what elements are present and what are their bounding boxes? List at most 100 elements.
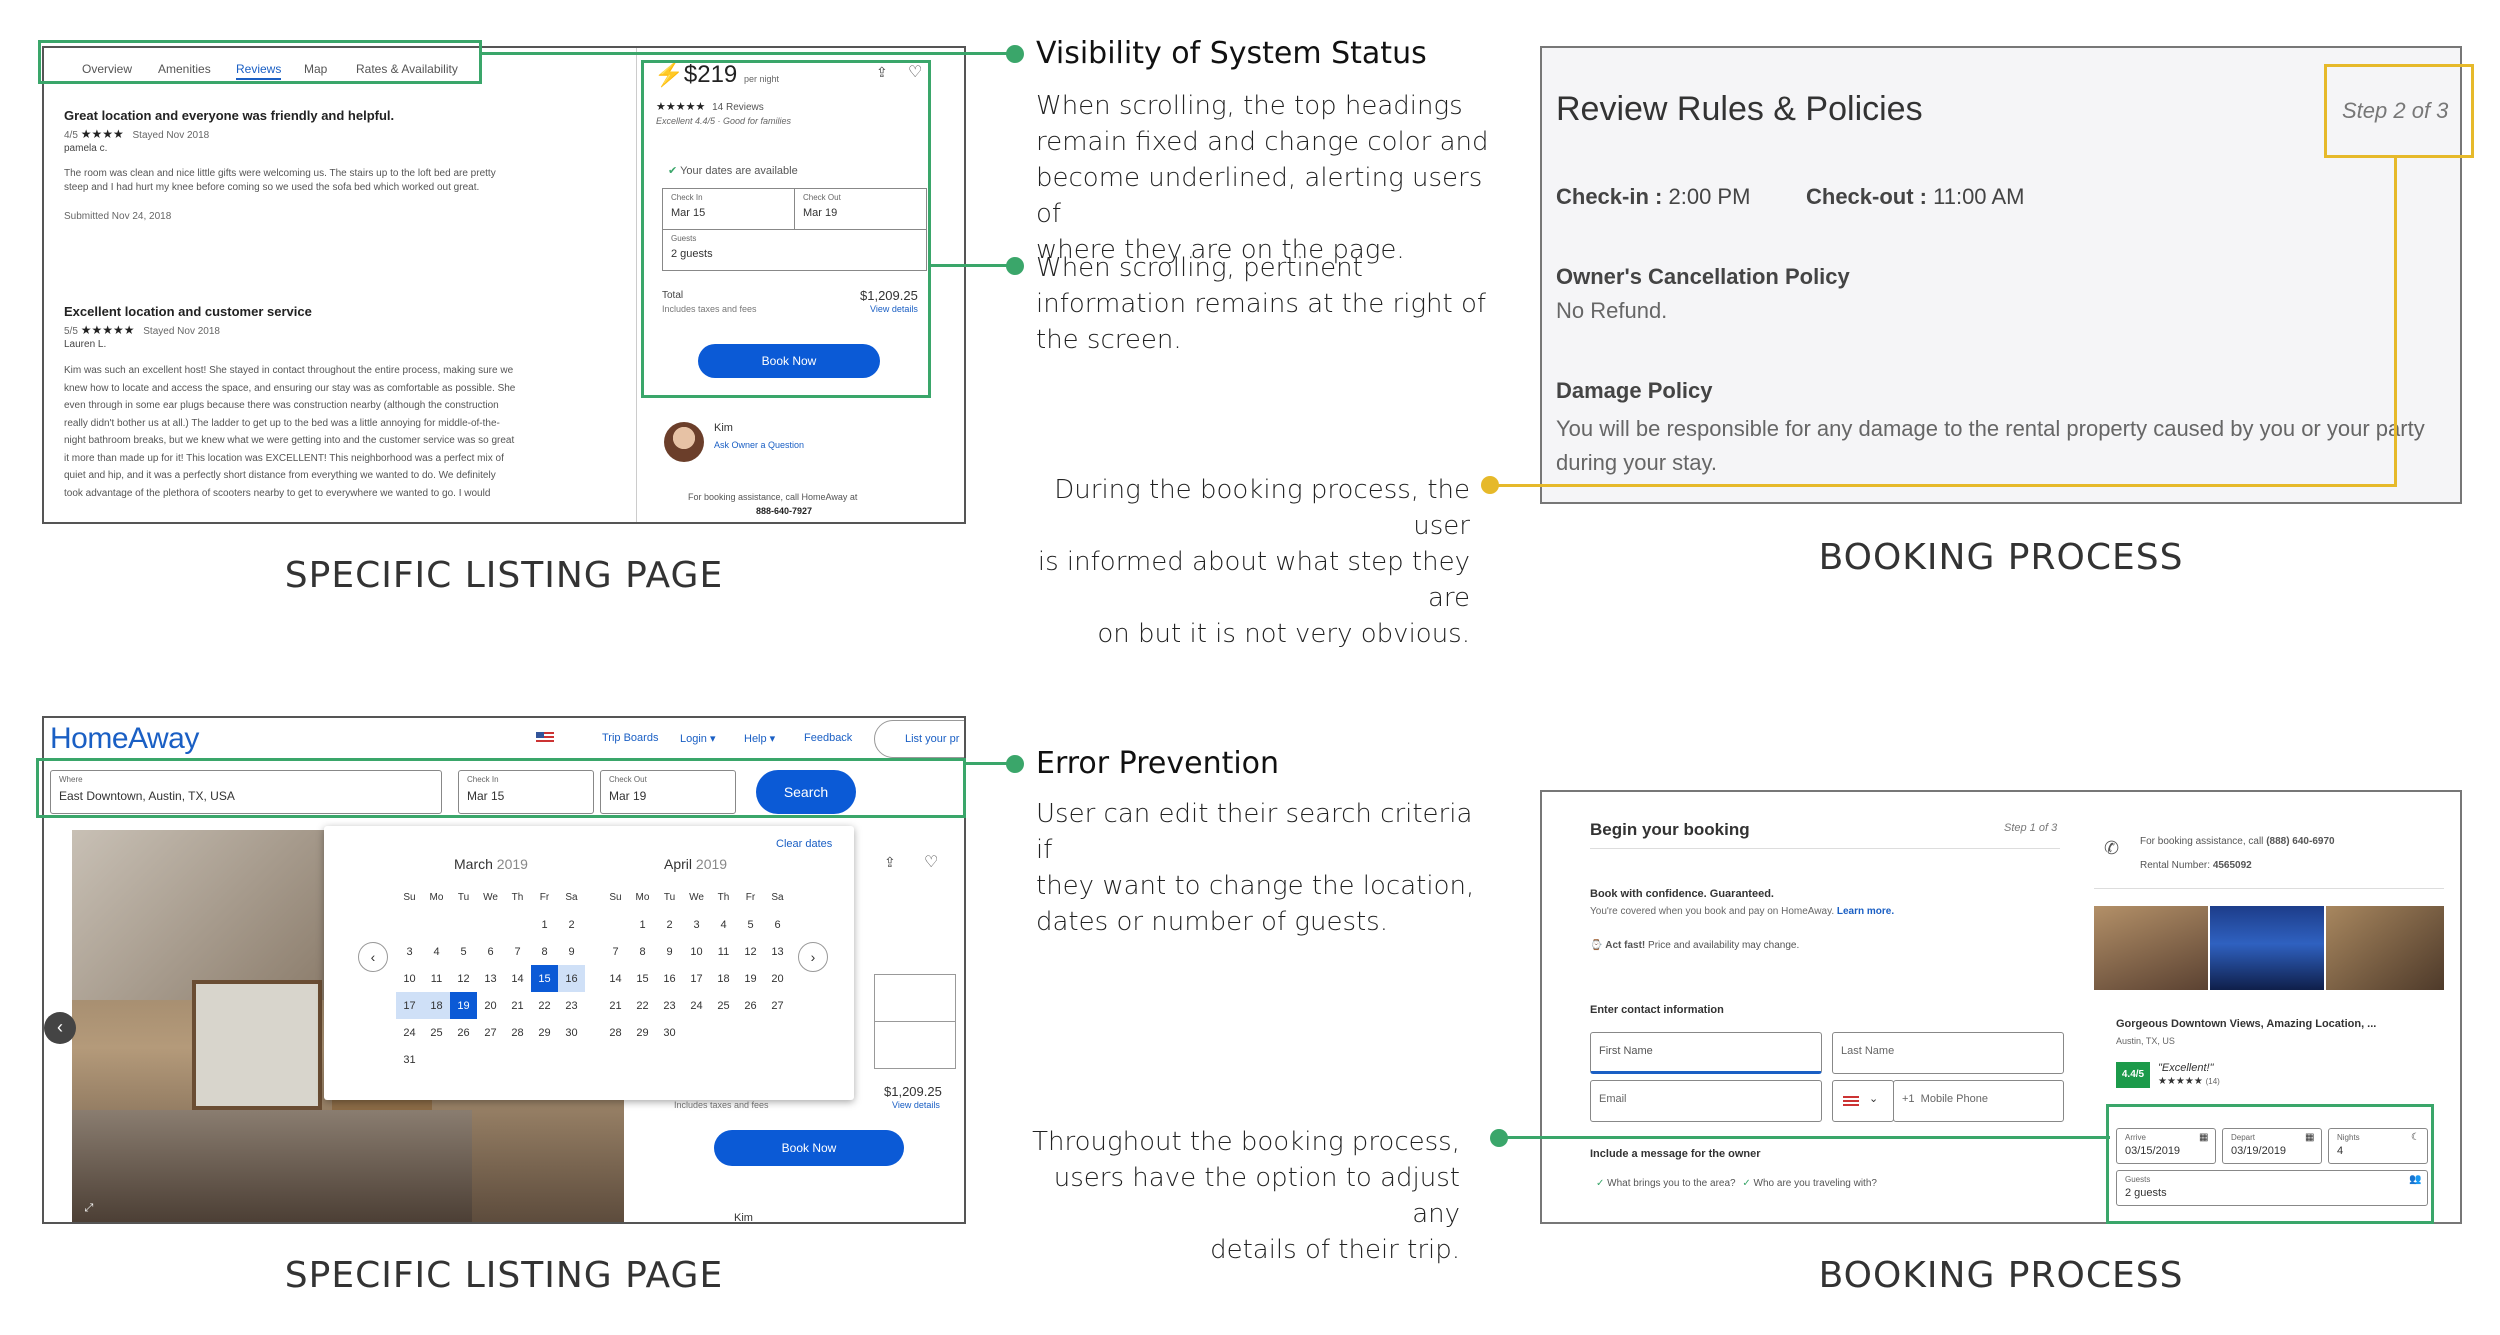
phone-code: +1 <box>1902 1093 1915 1105</box>
ask-owner-link[interactable]: Ask Owner a Question <box>714 440 804 450</box>
assist-text: For booking assistance, call <box>2140 836 2264 847</box>
review-text-line: steep and I had hurt my knee before comi… <box>64 182 480 193</box>
review-stayed: Stayed Nov 2018 <box>143 326 220 337</box>
covered-text: You're covered when you book and pay on … <box>1590 906 1835 917</box>
review-title: Excellent location and customer service <box>64 304 312 319</box>
chevron-down-icon: ⌄ <box>1869 1093 1879 1105</box>
review-text-line: took advantage of the plethora of scoote… <box>64 487 491 499</box>
view-details-link[interactable]: View details <box>892 1100 940 1110</box>
rating-count: (14) <box>2205 1077 2220 1086</box>
connector-line <box>930 264 1014 267</box>
checkout-time: 11:00 AM <box>1933 184 2025 209</box>
host-avatar <box>664 422 704 462</box>
review-text-line: Kim was such an excellent host! She stay… <box>64 365 514 376</box>
assist-phone: (888) 640-6970 <box>2266 836 2335 847</box>
flag-icon <box>1843 1096 1859 1106</box>
homeaway-logo[interactable]: HomeAway <box>50 722 199 756</box>
last-name-field[interactable]: Last Name <box>1832 1032 2064 1074</box>
review-author: Lauren L. <box>64 339 107 350</box>
review-rating: 5/5 <box>64 326 78 337</box>
damage-label: Damage Policy <box>1556 378 1713 403</box>
flag-icon[interactable] <box>536 732 554 744</box>
review-item: Excellent location and customer service … <box>64 304 624 502</box>
nav-login[interactable]: Login ▾ <box>680 732 716 745</box>
booking-step-note: During the booking process, the user is … <box>1037 475 1470 649</box>
checkout-label: Check-out : <box>1806 184 1927 209</box>
nav-trip-boards[interactable]: Trip Boards <box>602 732 658 744</box>
share-icon[interactable]: ⇪ <box>884 854 896 871</box>
tabs-highlight <box>38 40 482 84</box>
prev-photo-button[interactable]: ‹ <box>44 1012 76 1044</box>
connector-dot <box>1490 1129 1508 1147</box>
nav-feedback[interactable]: Feedback <box>804 732 852 744</box>
mobile-placeholder: Mobile Phone <box>1920 1093 1988 1105</box>
photo-counter: 1/12 ⤢ <box>50 1202 94 1214</box>
first-name-field[interactable]: First Name <box>1590 1032 1822 1074</box>
property-photo[interactable] <box>2326 906 2444 990</box>
review-title: Great location and everyone was friendly… <box>64 108 395 123</box>
host-name: Kim <box>734 1212 753 1224</box>
rating-stars: ★★★★★ <box>2158 1076 2203 1087</box>
message-prompt-1[interactable]: What brings you to the area? <box>1607 1178 1735 1189</box>
cancellation-value: No Refund. <box>1556 298 1668 323</box>
act-fast-label: Act fast! <box>1605 940 1646 951</box>
review-text-line: night bathroom breaks, but we knew what … <box>64 435 515 446</box>
cancellation-label: Owner's Cancellation Policy <box>1556 264 1850 289</box>
book-now-button[interactable]: Book Now <box>714 1130 904 1166</box>
heart-icon[interactable]: ♡ <box>924 852 938 872</box>
widget-field[interactable] <box>874 1021 956 1069</box>
review-text-line: really didn't bother us at all.) The lad… <box>64 417 500 429</box>
connector-line <box>1500 1136 2110 1139</box>
search-bar-highlight <box>36 758 966 818</box>
learn-more-link[interactable]: Learn more. <box>1837 906 1894 917</box>
message-prompt-2[interactable]: Who are you traveling with? <box>1754 1178 1877 1189</box>
caption-listing-bottom: SPECIFIC LISTING PAGE <box>284 1255 724 1296</box>
caption-booking-bottom: BOOKING PROCESS <box>1818 1255 2184 1296</box>
date-picker-popup: Clear dates March 2019 April 2019 ‹ › Su… <box>324 826 854 1100</box>
list-property-button[interactable]: List your pr <box>874 720 964 758</box>
prev-month-button[interactable]: ‹ <box>358 942 388 972</box>
connector-dot <box>1006 755 1024 773</box>
nav-help[interactable]: Help ▾ <box>744 732 775 745</box>
clear-dates-link[interactable]: Clear dates <box>776 838 832 850</box>
property-photo[interactable] <box>2210 906 2324 990</box>
connector-line <box>2394 156 2397 486</box>
property-photo[interactable] <box>2094 906 2208 990</box>
contact-heading: Enter contact information <box>1590 1004 1724 1016</box>
mobile-phone-field[interactable]: +1 Mobile Phone <box>1893 1080 2064 1122</box>
review-rating: 4/5 <box>64 130 78 141</box>
confidence-heading: Book with confidence. Guaranteed. <box>1590 888 1774 900</box>
country-code-select[interactable]: ⌄ <box>1832 1080 1894 1122</box>
caption-booking-top: BOOKING PROCESS <box>1818 537 2184 578</box>
step-indicator: Step 1 of 3 <box>2004 822 2058 834</box>
april-year: 2019 <box>695 856 728 872</box>
email-field[interactable]: Email <box>1590 1080 1822 1122</box>
review-text-line: The room was clean and nice little gifts… <box>64 168 496 179</box>
check-icon: ✓ <box>1596 1178 1605 1189</box>
expand-icon[interactable]: ⤢ <box>84 1202 93 1214</box>
message-heading: Include a message for the owner <box>1590 1148 1761 1160</box>
review-text-line: knew how to locate and access the space,… <box>64 382 516 394</box>
total-price: $1,209.25 <box>884 1084 942 1099</box>
page-title: Review Rules & Policies <box>1556 90 1923 128</box>
visibility-body: When scrolling, the top headings remain … <box>1036 91 1489 265</box>
property-location: Austin, TX, US <box>2116 1036 2175 1046</box>
check-icon: ✓ <box>1742 1178 1751 1189</box>
calendar-march[interactable]: Su Mo Tu We Th Fr Sa 12 3456789 10 11 12 13 14 15 16… <box>396 884 585 1073</box>
review-author: pamela c. <box>64 143 108 154</box>
connector-dot <box>1006 257 1024 275</box>
next-month-button[interactable]: › <box>798 942 828 972</box>
checkin-time: 2:00 PM <box>1668 184 1751 209</box>
review-text-line: even through in some ear plugs because t… <box>64 400 499 411</box>
trip-details-highlight <box>2106 1104 2434 1224</box>
rental-label: Rental Number: <box>2140 860 2211 871</box>
march-year: 2019 <box>496 856 528 872</box>
widget-field[interactable] <box>874 974 956 1022</box>
review-stayed: Stayed Nov 2018 <box>132 130 210 141</box>
visibility-title: Visibility of System Status <box>1036 36 1427 71</box>
error-prevention-title: Error Prevention <box>1036 746 1280 781</box>
phone-icon: ✆ <box>2104 838 2120 858</box>
damage-value: You will be responsible for any damage t… <box>1556 416 2425 475</box>
calendar-april[interactable]: Su Mo Tu We Th Fr Sa 123456 7 8 9 10 11 12 13 14 15 16… <box>602 884 791 1046</box>
connector-line <box>480 52 1014 55</box>
